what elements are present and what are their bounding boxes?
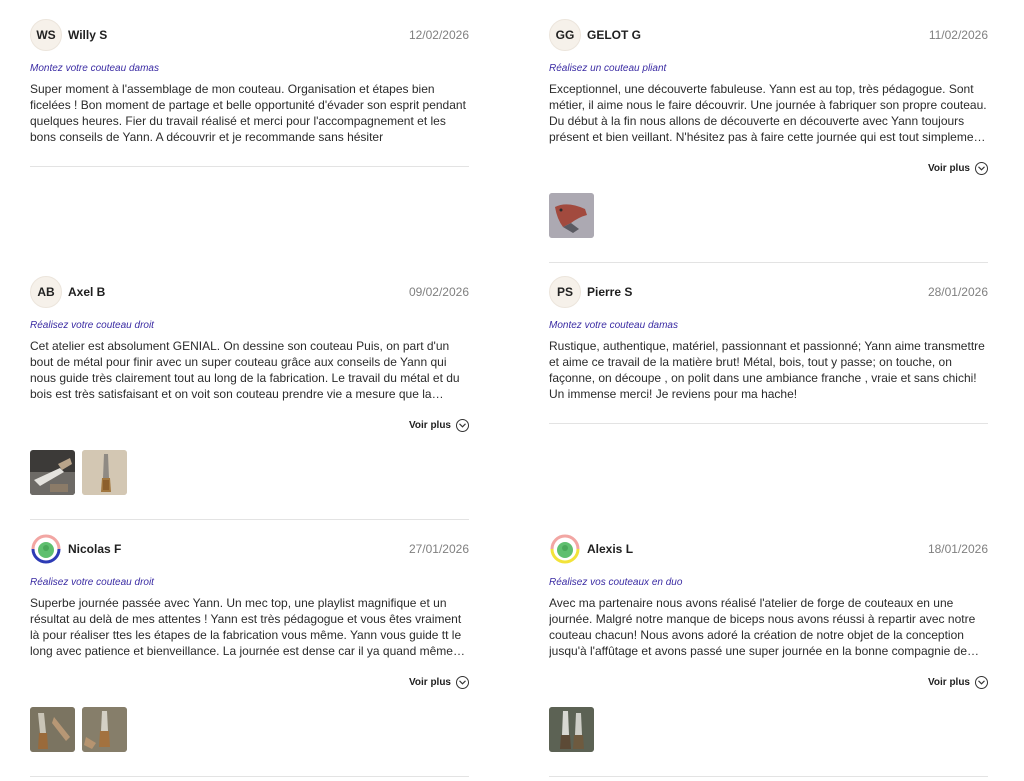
review-text: Avec ma partenaire nous avons réalisé l'… [549,596,976,658]
see-more-button[interactable]: Voir plus [549,160,988,176]
product-link[interactable]: Montez votre couteau damas [549,319,988,333]
review-card: WS Willy S 12/02/2026 Montez votre coute… [30,17,469,145]
see-more-label: Voir plus [408,676,451,688]
product-link[interactable]: Montez votre couteau damas [30,62,469,76]
product-link[interactable]: Réalisez votre couteau droit [30,576,469,590]
reviewer-name: Pierre S [587,285,633,299]
review-date: 11/02/2026 [928,28,988,42]
review-date: 09/02/2026 [408,285,469,299]
review-card: Nicolas F 27/01/2026 Réalisez votre cout… [30,531,469,752]
review-card: GG GELOT G 11/02/2026 Réalisez un coutea… [549,17,988,238]
see-more-label: Voir plus [927,676,970,688]
avatar-illustration-icon [550,534,580,564]
see-more-label: Voir plus [408,419,451,431]
chevron-down-icon [456,675,469,689]
divider [30,166,469,167]
divider [30,519,469,520]
review-date: 28/01/2026 [927,285,988,299]
review-photo[interactable] [549,193,594,238]
reviewer-name: Axel B [68,285,106,299]
chevron-down-icon [975,161,988,175]
chevron-down-icon [456,418,469,432]
review-text: Cet atelier est absolument GENIAL. On de… [30,339,460,401]
review-text: Rustique, authentique, matériel, passion… [549,339,985,401]
review-photo[interactable] [30,707,75,752]
review-card: Alexis L 18/01/2026 Réalisez vos couteau… [549,531,988,752]
product-link[interactable]: Réalisez votre couteau droit [30,319,469,333]
divider [30,776,469,777]
reviewer-name: Willy S [68,28,108,42]
avatar [30,533,62,565]
review-card: AB Axel B 09/02/2026 Réalisez votre cout… [30,274,469,495]
see-more-button[interactable]: Voir plus [30,417,469,433]
review-date: 27/01/2026 [408,542,469,556]
reviewer-name: Nicolas F [68,542,122,556]
avatar: PS [549,276,581,308]
see-more-button[interactable]: Voir plus [549,674,988,690]
chevron-down-icon [975,675,988,689]
review-date: 12/02/2026 [408,28,469,42]
product-link[interactable]: Réalisez un couteau pliant [549,62,988,76]
review-photo[interactable] [549,707,594,752]
see-more-button[interactable]: Voir plus [30,674,469,690]
see-more-label: Voir plus [927,162,970,174]
reviewer-name: Alexis L [587,542,634,556]
review-text: Super moment à l'assemblage de mon coute… [30,82,466,144]
review-text: Superbe journée passée avec Yann. Un mec… [30,596,462,658]
review-card: PS Pierre S 28/01/2026 Montez votre cout… [549,274,988,402]
review-date: 18/01/2026 [927,542,988,556]
review-photo[interactable] [30,450,75,495]
avatar-illustration-icon [31,534,61,564]
review-text: Exceptionnel, une découverte fabuleuse. … [549,82,987,144]
divider [549,262,988,263]
reviewer-name: GELOT G [587,28,641,42]
avatar: GG [549,19,581,51]
avatar: WS [30,19,62,51]
review-photo[interactable] [82,707,127,752]
product-link[interactable]: Réalisez vos couteaux en duo [549,576,988,590]
review-photo[interactable] [82,450,127,495]
avatar: AB [30,276,62,308]
avatar [549,533,581,565]
divider [549,776,988,777]
divider [549,423,988,424]
